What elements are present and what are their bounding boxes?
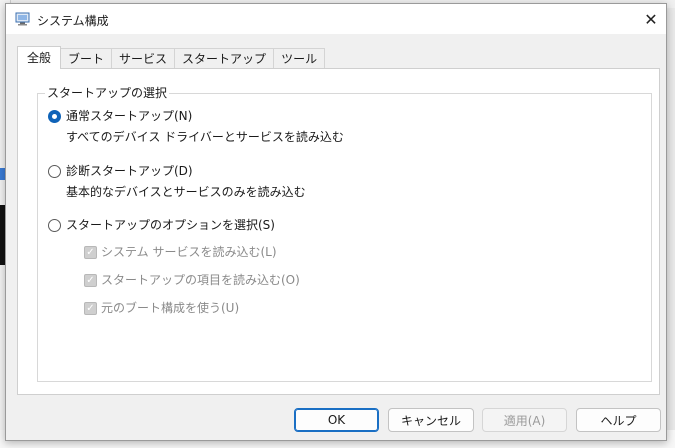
radio-selective-label: スタートアップのオプションを選択(S) (66, 218, 275, 232)
close-icon: ✕ (644, 9, 658, 29)
tab-strip: 全般 ブート サービス スタートアップ ツール (17, 46, 326, 69)
tab-services[interactable]: サービス (111, 48, 176, 68)
tab-startup[interactable]: スタートアップ (174, 48, 275, 68)
tab-tools[interactable]: ツール (273, 48, 326, 68)
cancel-button[interactable]: キャンセル (388, 408, 474, 432)
window-title: システム構成 (37, 14, 109, 28)
radio-diagnostic-label: 診断スタートアップ(D) (66, 164, 193, 178)
tab-panel-general: スタートアップの選択 通常スタートアップ(N) すべてのデバイス ドライバーとサ… (17, 68, 660, 395)
msconfig-icon (15, 12, 31, 26)
check-icon: ✓ (84, 273, 97, 287)
radio-normal-startup[interactable]: 通常スタートアップ(N) (48, 108, 192, 124)
tab-boot[interactable]: ブート (60, 48, 113, 68)
tab-general[interactable]: 全般 (17, 46, 62, 69)
startup-selection-group: スタートアップの選択 通常スタートアップ(N) すべてのデバイス ドライバーとサ… (37, 86, 652, 382)
radio-normal-label: 通常スタートアップ(N) (66, 109, 193, 123)
apply-button[interactable]: 適用(A) (482, 408, 567, 432)
diagnostic-description: 基本的なデバイスとサービスのみを読み込む (66, 185, 306, 199)
ok-button[interactable]: OK (294, 408, 379, 432)
checkbox-load-startup-items[interactable]: ✓ スタートアップの項目を読み込む(O) (84, 272, 300, 288)
checkbox-label-system-services: システム サービスを読み込む(L) (101, 245, 277, 259)
help-button[interactable]: ヘルプ (576, 408, 661, 432)
radio-selective-startup[interactable]: スタートアップのオプションを選択(S) (48, 217, 275, 233)
normal-description: すべてのデバイス ドライバーとサービスを読み込む (66, 130, 344, 144)
checkbox-label-startup-items: スタートアップの項目を読み込む(O) (101, 273, 300, 287)
radio-selective-indicator[interactable] (48, 218, 61, 232)
checkbox-load-system-services[interactable]: ✓ システム サービスを読み込む(L) (84, 244, 277, 260)
check-icon: ✓ (84, 245, 97, 259)
system-configuration-dialog: システム構成 ✕ 全般 ブート サービス スタートアップ ツール スタートアップ… (5, 3, 667, 441)
radio-diagnostic-indicator[interactable] (48, 164, 61, 178)
close-button[interactable]: ✕ (636, 4, 666, 34)
radio-normal-indicator[interactable] (48, 109, 61, 123)
title-bar[interactable]: システム構成 ✕ (6, 4, 666, 34)
checkbox-use-original-boot[interactable]: ✓ 元のブート構成を使う(U) (84, 300, 239, 316)
group-legend: スタートアップの選択 (45, 86, 170, 100)
check-icon: ✓ (84, 301, 97, 315)
checkbox-label-original-boot: 元のブート構成を使う(U) (101, 301, 240, 315)
radio-diagnostic-startup[interactable]: 診断スタートアップ(D) (48, 163, 193, 179)
